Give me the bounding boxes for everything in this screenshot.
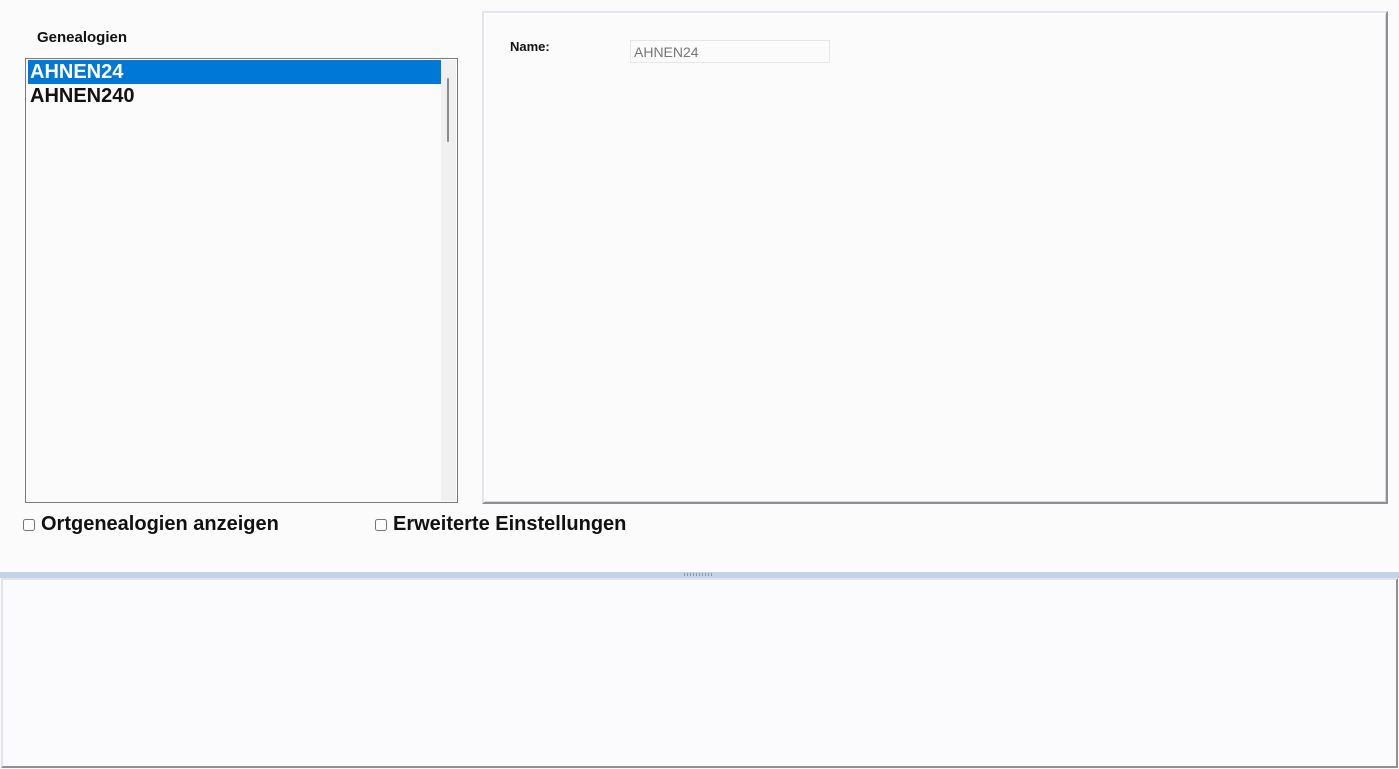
name-field[interactable] [630,40,830,63]
list-item-ahnen240[interactable]: AHNEN240 [28,84,441,108]
name-label: Name: [510,39,550,54]
genealogy-window: Genealogien AHNEN24 AHNEN240 Name: Ortge… [0,0,1399,769]
genealogy-details-panel: Name: [482,11,1388,504]
scrollbar-thumb[interactable] [447,78,449,142]
genealogies-listbox[interactable]: AHNEN24 AHNEN240 [25,58,458,503]
bottom-panel [1,578,1398,768]
advanced-settings-option[interactable]: Erweiterte Einstellungen [375,513,626,536]
show-local-genealogies-label: Ortgenealogien anzeigen [41,513,279,535]
advanced-settings-label: Erweiterte Einstellungen [393,513,627,535]
list-item-ahnen24[interactable]: AHNEN24 [28,60,441,84]
listbox-scrollbar[interactable] [441,60,456,501]
advanced-settings-checkbox[interactable] [375,518,387,531]
show-local-genealogies-option[interactable]: Ortgenealogien anzeigen [23,513,279,536]
genealogies-heading: Genealogien [37,29,128,46]
splitter-grip-icon[interactable] [684,573,714,576]
show-local-genealogies-checkbox[interactable] [23,518,35,531]
